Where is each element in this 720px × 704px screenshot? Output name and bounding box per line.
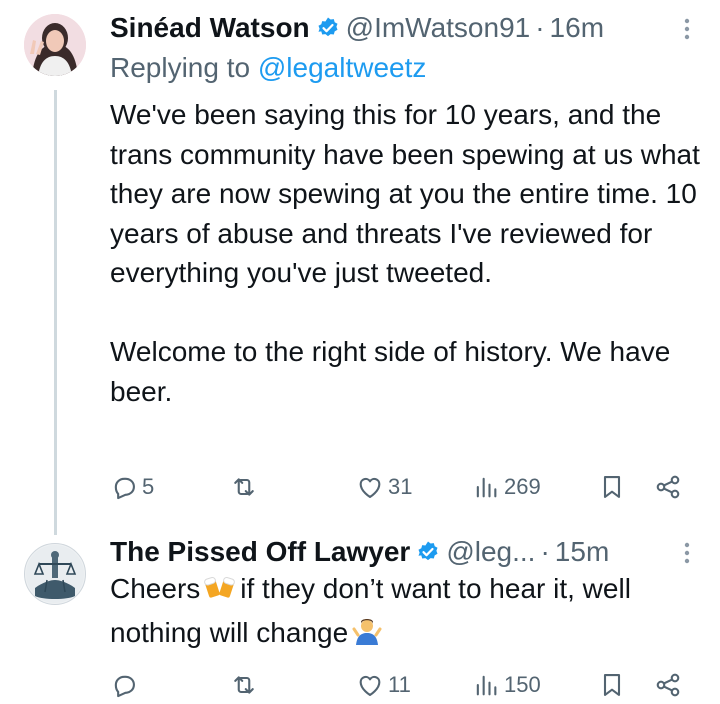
replying-to-mention[interactable]: @legaltweetz — [258, 52, 427, 83]
like-count: 11 — [388, 672, 411, 697]
views-icon — [476, 675, 497, 696]
more-vertical-icon[interactable] — [680, 14, 694, 44]
tweet-pissed-off-lawyer[interactable]: The Pissed Off Lawyer @leg... · 15m Chee… — [0, 525, 720, 704]
action-bar: 5 31 269 — [0, 470, 720, 504]
views-button[interactable]: 150 — [472, 668, 541, 702]
retweet-icon — [234, 676, 254, 694]
tweet-text-part: Cheers — [110, 573, 201, 604]
author-name[interactable]: Sinéad Watson — [110, 12, 310, 44]
clinking-beer-mugs-emoji — [204, 572, 236, 613]
tweet-text: Cheers if they don’t want to hear it, wel… — [110, 569, 700, 656]
avatar[interactable] — [24, 543, 86, 605]
bookmark-button[interactable] — [598, 470, 626, 504]
author-handle[interactable]: @leg... — [446, 536, 535, 568]
separator-dot: · — [535, 12, 545, 43]
author-handle[interactable]: @ImWatson91 — [346, 12, 531, 44]
reply-button[interactable] — [110, 668, 142, 702]
tweet-header: The Pissed Off Lawyer @leg... · 15m — [110, 535, 684, 569]
reply-icon — [114, 477, 135, 500]
timestamp[interactable]: 15m — [555, 536, 609, 568]
retweet-button[interactable] — [230, 668, 262, 702]
avatar-justice-logo — [26, 545, 84, 603]
timestamp[interactable]: 16m — [550, 12, 604, 44]
like-count: 31 — [388, 474, 413, 499]
bookmark-icon — [603, 674, 621, 696]
views-count: 269 — [504, 474, 541, 499]
replying-to-label: Replying to — [110, 52, 258, 83]
reply-icon — [114, 675, 135, 698]
share-button[interactable] — [654, 668, 682, 702]
bookmark-button[interactable] — [598, 668, 626, 702]
share-icon — [656, 475, 680, 499]
share-button[interactable] — [654, 470, 682, 504]
reply-button[interactable]: 5 — [110, 470, 154, 504]
heart-icon — [359, 675, 381, 696]
views-count: 150 — [504, 672, 541, 697]
avatar[interactable] — [24, 14, 86, 76]
views-icon — [476, 477, 497, 498]
author-name[interactable]: The Pissed Off Lawyer — [110, 536, 410, 568]
avatar-photo — [24, 14, 86, 76]
tweet-sinead-watson[interactable]: Sinéad Watson @ImWatson91 · 16m Replying… — [0, 0, 720, 535]
reply-count: 5 — [142, 474, 155, 499]
heart-icon — [359, 477, 381, 498]
bookmark-icon — [603, 476, 621, 498]
more-vertical-icon[interactable] — [680, 538, 694, 568]
verified-badge-icon — [416, 540, 440, 564]
retweet-button[interactable] — [230, 470, 262, 504]
person-shrugging-emoji — [352, 616, 382, 657]
thread-connector-line — [54, 90, 57, 535]
retweet-icon — [234, 478, 254, 496]
like-button[interactable]: 11 — [356, 668, 411, 702]
action-bar: 11 150 — [0, 668, 720, 702]
tweet-paragraph: We've been saying this for 10 years, and… — [110, 99, 700, 288]
replying-to-line: Replying to @legaltweetz — [110, 52, 426, 84]
verified-badge-icon — [316, 16, 340, 40]
like-button[interactable]: 31 — [356, 470, 412, 504]
separator-dot: · — [540, 536, 550, 567]
tweet-text: We've been saying this for 10 years, and… — [110, 95, 700, 411]
share-icon — [656, 673, 680, 697]
tweet-paragraph: Welcome to the right side of history. We… — [110, 336, 671, 407]
views-button[interactable]: 269 — [472, 470, 541, 504]
tweet-header: Sinéad Watson @ImWatson91 · 16m — [110, 11, 684, 45]
